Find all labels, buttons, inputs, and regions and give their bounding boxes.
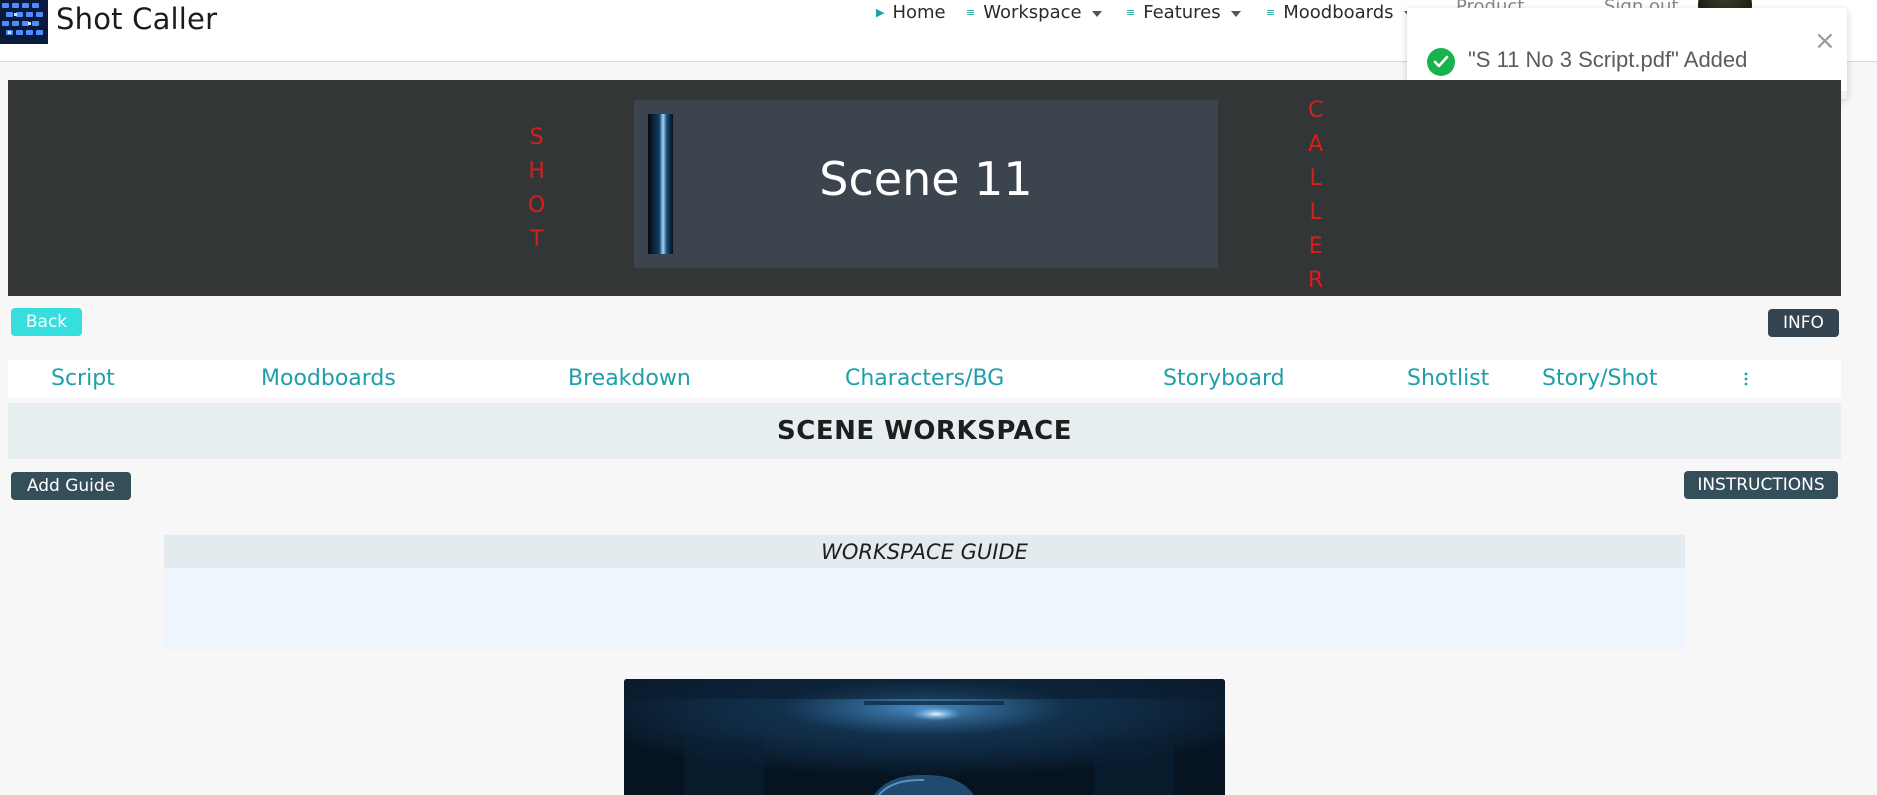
nav-workspace-label: Workspace [983, 2, 1082, 23]
nav-features[interactable]: ≡ Features [1126, 2, 1241, 23]
caller-letter: R [1308, 268, 1324, 293]
section-header: SCENE WORKSPACE [8, 403, 1841, 459]
workspace-guide-body [164, 568, 1685, 650]
tab-storyboard[interactable]: Storyboard [1163, 366, 1285, 391]
nav-features-label: Features [1143, 2, 1221, 23]
instructions-button[interactable]: INSTRUCTIONS [1684, 471, 1838, 499]
nav-moodboards[interactable]: ≡ Moodboards [1266, 2, 1414, 23]
scene-title: Scene 11 [819, 152, 1033, 206]
scene-reference-image[interactable] [624, 679, 1225, 795]
brand-name[interactable]: Shot Caller [56, 2, 217, 36]
tab-moodboards[interactable]: Moodboards [261, 366, 396, 391]
section-title: SCENE WORKSPACE [777, 416, 1072, 446]
workspace-guide-title: WORKSPACE GUIDE [821, 539, 1028, 564]
nav-workspace[interactable]: ≡ Workspace [966, 2, 1102, 23]
menu-bullet-icon: ≡ [966, 6, 976, 19]
nav-home[interactable]: ▶ Home [876, 2, 946, 23]
info-button[interactable]: INFO [1768, 309, 1839, 337]
back-button[interactable]: Back [11, 308, 82, 336]
toast-message: "S 11 No 3 Script.pdf" Added [1468, 47, 1748, 72]
hero-title-card: Scene 11 [634, 100, 1218, 268]
film-grid-logo-icon[interactable] [0, 0, 48, 44]
caller-letter: L [1309, 166, 1322, 191]
vertical-ellipsis-icon[interactable] [1743, 372, 1749, 390]
tab-breakdown[interactable]: Breakdown [568, 366, 691, 391]
hero-right-vertical-word: CALLER [1308, 94, 1323, 298]
check-circle-icon [1427, 48, 1455, 76]
play-bullet-icon: ▶ [876, 6, 885, 19]
shot-letter: O [528, 193, 546, 218]
nav-home-label: Home [892, 2, 946, 23]
tab-script[interactable]: Script [51, 366, 115, 391]
menu-bullet-icon: ≡ [1126, 6, 1136, 19]
chevron-down-icon [1230, 10, 1241, 17]
caller-letter: L [1309, 200, 1322, 225]
shot-letter: S [529, 125, 544, 150]
tab-story-shot[interactable]: Story/Shot [1542, 366, 1658, 391]
tab-characters-bg[interactable]: Characters/BG [845, 366, 1004, 391]
add-guide-button[interactable]: Add Guide [11, 472, 131, 500]
scene-tabs: Script Moodboards Breakdown Characters/B… [8, 360, 1841, 398]
shot-letter: H [528, 159, 545, 184]
hero-left-vertical-word: SHOT [528, 121, 545, 257]
chevron-down-icon [1091, 10, 1102, 17]
workspace-guide-header: WORKSPACE GUIDE [164, 535, 1685, 568]
close-icon[interactable]: × [1814, 28, 1836, 54]
caller-letter: C [1308, 98, 1324, 123]
shot-letter: T [529, 227, 544, 252]
nav-moodboards-label: Moodboards [1283, 2, 1394, 23]
caller-letter: E [1308, 234, 1323, 259]
tab-shotlist[interactable]: Shotlist [1407, 366, 1489, 391]
caller-letter: A [1308, 132, 1324, 157]
menu-bullet-icon: ≡ [1266, 6, 1276, 19]
scene-hero-banner: SHOT Scene 11 CALLER [8, 80, 1841, 296]
